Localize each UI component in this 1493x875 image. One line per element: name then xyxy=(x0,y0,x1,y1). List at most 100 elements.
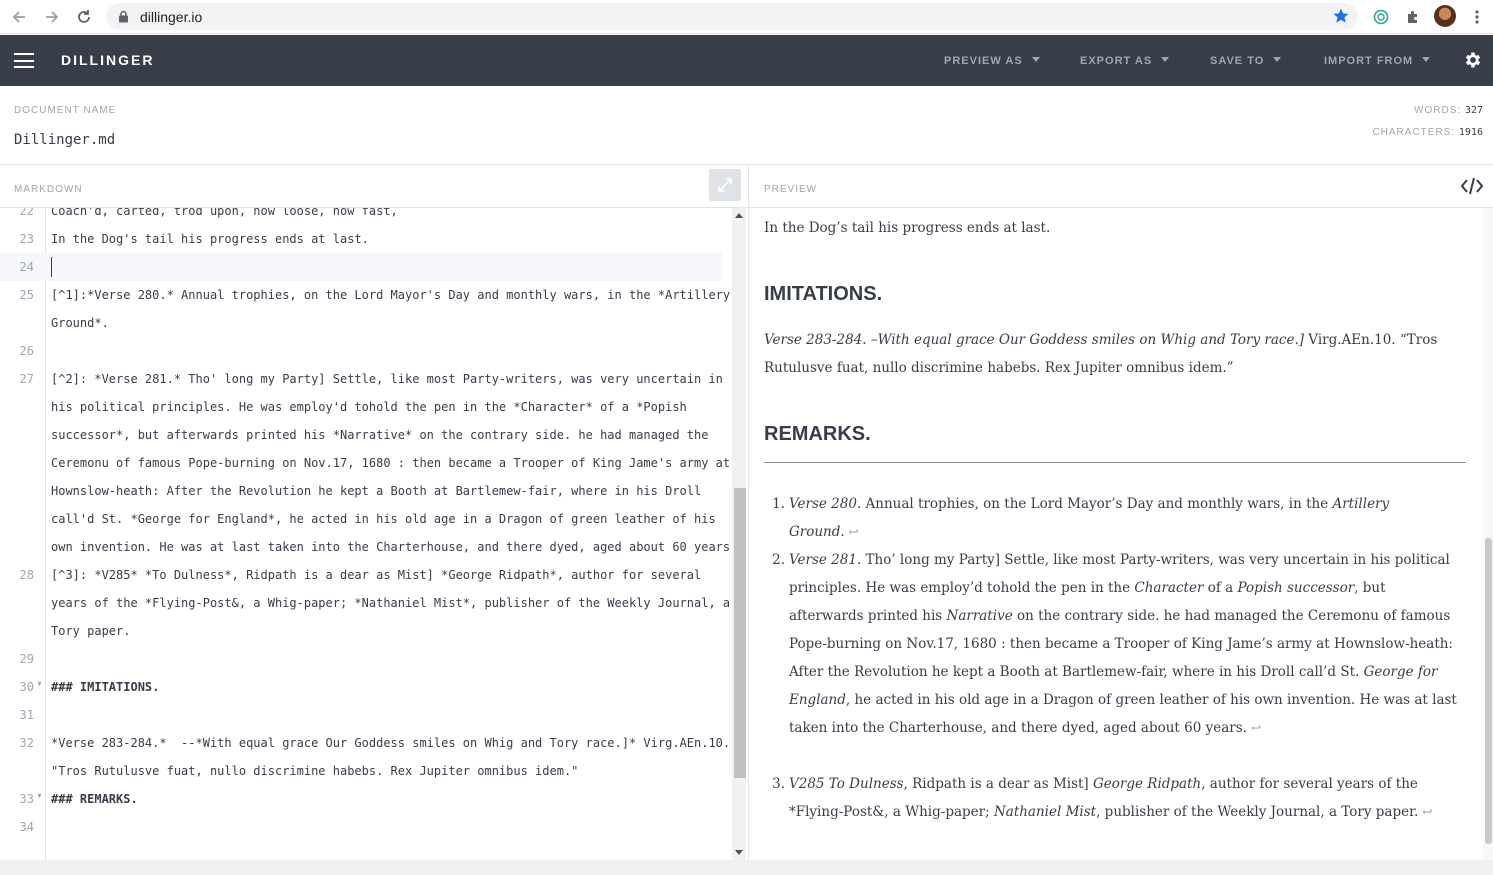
line-number: 28 xyxy=(19,568,34,582)
expand-editor-button[interactable] xyxy=(709,169,741,201)
preview-label: PREVIEW xyxy=(764,184,818,195)
export-as-menu[interactable]: EXPORT AS xyxy=(1080,55,1170,67)
url-text: dillinger.io xyxy=(140,9,203,25)
editor-line-text: Ceremonu of famous Pope-burning on Nov.1… xyxy=(51,456,731,470)
footnote-backref-link[interactable]: ↩ xyxy=(1251,721,1261,735)
app-header: DILLINGER PREVIEW AS EXPORT AS SAVE TO I… xyxy=(0,35,1493,86)
document-info-bar: DOCUMENT NAME Dillinger.md WORDS: 327 CH… xyxy=(0,86,1493,165)
editor-line-text: Ground*. xyxy=(51,316,109,330)
fold-arrow-icon[interactable]: ▼ xyxy=(36,681,43,688)
document-name-field[interactable]: Dillinger.md xyxy=(14,132,115,148)
expand-icon xyxy=(718,178,732,192)
line-number: 34 xyxy=(19,820,34,834)
editor-line[interactable]: 23 In the Dog's tail his progress ends at… xyxy=(0,225,722,253)
line-number: 22 xyxy=(19,208,34,218)
editor-line[interactable]: 25 [^1]:*Verse 280.* Annual trophies, on … xyxy=(0,281,731,309)
document-name-label: DOCUMENT NAME xyxy=(14,105,117,116)
editor-line-text: his political principles. He was employ'… xyxy=(51,400,687,414)
footnotes-divider xyxy=(764,462,1466,463)
reload-icon[interactable] xyxy=(73,6,95,28)
editor-vertical-scrollbar[interactable] xyxy=(732,208,746,860)
markdown-editor[interactable]: 22 Coach'd, carted, trod upon, now loose,… xyxy=(0,208,748,860)
html-code-toggle-icon[interactable] xyxy=(1460,177,1484,200)
browser-toolbar: dillinger.io xyxy=(0,0,1493,34)
settings-gear-icon[interactable] xyxy=(1463,50,1483,75)
caret-down-icon xyxy=(1422,57,1431,62)
extension-icon[interactable] xyxy=(1370,6,1392,28)
line-number: 30 xyxy=(19,680,34,694)
editor-line[interactable]: 34 xyxy=(0,813,722,841)
line-number: 31 xyxy=(19,708,34,722)
preview-vertical-scrollbar[interactable] xyxy=(1483,208,1493,860)
line-number: 32 xyxy=(19,736,34,750)
editor-line[interactable]: 28 [^3]: *V285* *To Dulness*, Ridpath is … xyxy=(0,561,722,589)
editor-line[interactable]: Tory paper. xyxy=(0,617,722,645)
editor-line[interactable]: 27 [^2]: *Verse 281.* Tho' long my Party]… xyxy=(0,365,723,393)
scroll-up-arrow-icon xyxy=(735,213,743,218)
editor-line[interactable]: 22 Coach'd, carted, trod upon, now loose,… xyxy=(0,208,722,225)
scrollbar-thumb xyxy=(1485,538,1492,844)
editor-line-text: successor*, but afterwards printed his *… xyxy=(51,428,709,442)
editor-line[interactable]: his political principles. He was employ'… xyxy=(0,393,722,421)
preview-panel-header: PREVIEW xyxy=(749,165,1493,208)
character-count: CHARACTERS: 1916 xyxy=(1372,127,1483,138)
caret-down-icon xyxy=(1031,57,1040,62)
back-icon[interactable] xyxy=(8,6,30,28)
remarks-heading: REMARKS. xyxy=(764,423,871,445)
import-from-menu[interactable]: IMPORT FROM xyxy=(1324,55,1431,67)
imitations-paragraph: Verse 283-284. –With equal grace Our God… xyxy=(764,332,1438,376)
puzzle-extensions-icon[interactable] xyxy=(1402,6,1424,28)
markdown-label: MARKDOWN xyxy=(14,184,83,195)
caret-down-icon xyxy=(1161,57,1170,62)
editor-line[interactable]: 24 xyxy=(0,253,722,281)
editor-line-text: *Verse 283-284.* --*With equal grace Our… xyxy=(51,736,731,750)
line-number: 25 xyxy=(19,288,34,302)
footnote-backref-link[interactable]: ↩ xyxy=(849,525,859,539)
line-number: 29 xyxy=(19,652,34,666)
editor-line-text: Coach'd, carted, trod upon, now loose, n… xyxy=(51,208,398,218)
footnote-item: 1. Verse 280. Annual trophies, on the Lor… xyxy=(772,496,1390,540)
fold-arrow-icon[interactable]: ▼ xyxy=(36,793,43,800)
editor-line[interactable]: call'd St. *George for England*, he acte… xyxy=(0,505,722,533)
editor-line-text: [^2]: *Verse 281.* Tho' long my Party] S… xyxy=(51,372,723,386)
preview-pane: In the Dog’s tail his progress ends at l… xyxy=(749,208,1493,860)
editor-line-text: Hownslow-heath: After the Revolution he … xyxy=(51,484,702,498)
editor-line[interactable]: years of the *Flying-Post&, a Whig-paper… xyxy=(0,589,730,617)
line-number: 23 xyxy=(19,232,34,246)
editor-line[interactable]: 26 xyxy=(0,337,722,365)
address-bar[interactable]: dillinger.io xyxy=(106,3,1358,30)
imitations-heading: IMITATIONS. xyxy=(764,283,883,305)
scroll-down-arrow-icon xyxy=(735,850,743,855)
preview-as-menu[interactable]: PREVIEW AS xyxy=(944,55,1040,67)
save-to-menu[interactable]: SAVE TO xyxy=(1210,55,1282,67)
editor-line[interactable]: own invention. He was at last taken into… xyxy=(0,533,737,561)
editor-line[interactable]: 30 ▼ ### IMITATIONS. xyxy=(0,673,722,701)
editor-line[interactable]: 33 ▼ ### REMARKS. xyxy=(0,785,722,813)
forward-icon[interactable] xyxy=(41,6,63,28)
editor-line-text: [^1]:*Verse 280.* Annual trophies, on th… xyxy=(51,288,731,302)
editor-line[interactable]: Ceremonu of famous Pope-burning on Nov.1… xyxy=(0,449,730,477)
more-vert-icon[interactable] xyxy=(1466,6,1488,28)
editor-line[interactable]: 32 *Verse 283-284.* --*With equal grace O… xyxy=(0,729,731,757)
editor-line[interactable]: Ground*. xyxy=(0,309,722,337)
text-cursor xyxy=(51,257,52,277)
line-number: 27 xyxy=(19,372,34,386)
line-number: 24 xyxy=(19,260,34,274)
preview-paragraph: In the Dog’s tail his progress ends at l… xyxy=(764,220,1051,236)
hamburger-menu-icon[interactable] xyxy=(14,53,34,68)
editor-line[interactable]: successor*, but afterwards printed his *… xyxy=(0,421,722,449)
editor-line-text: own invention. He was at last taken into… xyxy=(51,540,738,554)
editor-line[interactable]: Hownslow-heath: After the Revolution he … xyxy=(0,477,722,505)
footnote-item: 2. Verse 281. Tho’ long my Party] Settle,… xyxy=(772,552,1457,736)
editor-line[interactable]: 29 xyxy=(0,645,722,673)
app-brand: DILLINGER xyxy=(61,52,155,68)
footnote-backref-link[interactable]: ↩ xyxy=(1422,805,1432,819)
editor-line[interactable]: "Tros Rutulusve fuat, nullo discrimine h… xyxy=(0,757,722,785)
horizontal-scrollbar[interactable] xyxy=(0,860,1493,875)
bookmark-star-icon[interactable] xyxy=(1332,7,1350,30)
editor-line-text: ### IMITATIONS. xyxy=(51,680,160,694)
line-number: 33 xyxy=(19,792,34,806)
editor-line[interactable]: 31 xyxy=(0,701,722,729)
profile-avatar[interactable] xyxy=(1434,5,1456,27)
editor-line-text: In the Dog's tail his progress ends at l… xyxy=(51,232,369,246)
